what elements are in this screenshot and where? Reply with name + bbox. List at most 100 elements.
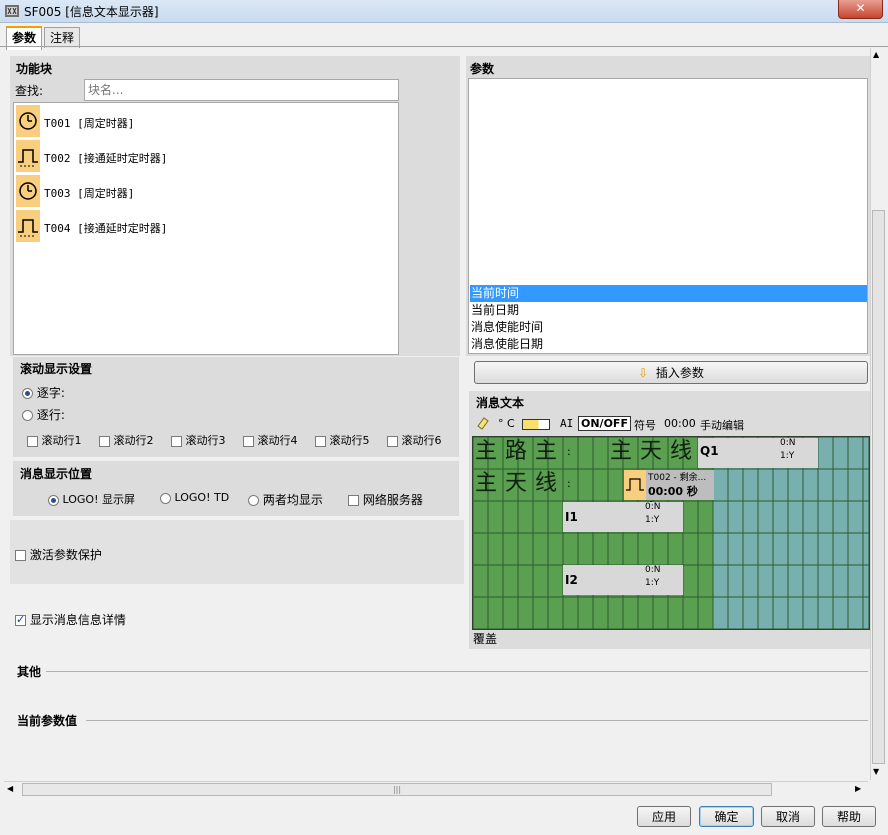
grid-char: 主	[535, 439, 558, 464]
scroll-by-line-option[interactable]: 逐行:	[22, 406, 65, 423]
radio-icon[interactable]	[22, 388, 33, 399]
on-delay-icon	[16, 210, 40, 242]
block-search-input[interactable]	[84, 79, 399, 101]
list-item[interactable]: 当前日期	[470, 302, 867, 319]
blocks-label: 功能块	[16, 62, 53, 76]
on-delay-icon	[16, 140, 40, 172]
section-divider	[86, 720, 868, 721]
scroll-settings-title: 滚动显示设置	[20, 362, 93, 376]
degree-button[interactable]: ° C	[498, 417, 515, 430]
checkbox-icon[interactable]	[348, 495, 359, 506]
checkbox-icon[interactable]	[15, 550, 26, 561]
time-button[interactable]: 00:00	[664, 417, 696, 430]
list-item[interactable]: T001 [周定时器]	[16, 105, 396, 139]
horizontal-scrollbar[interactable]: ◀ ||| ▶	[4, 781, 868, 798]
scroll-right-icon[interactable]: ▶	[855, 784, 861, 793]
list-item[interactable]: 消息使能日期	[470, 336, 867, 353]
grid-char: 路	[505, 439, 528, 464]
checkbox-label: 显示消息信息详情	[29, 613, 126, 627]
scroll-line-5[interactable]: 滚动行5	[315, 432, 370, 448]
checkbox-icon[interactable]	[27, 435, 38, 447]
q1-block[interactable]: Q1 0:N 1:Y	[698, 438, 818, 468]
radio-icon[interactable]	[48, 494, 59, 506]
t002-label: T002 - 剩余...	[648, 473, 707, 483]
tab-bar: 参数 注释	[0, 23, 888, 50]
checkbox-icon[interactable]	[387, 435, 398, 447]
i2-state: 1:Y	[645, 578, 660, 588]
radio-icon[interactable]	[160, 492, 171, 504]
grid-char: 主	[610, 439, 633, 464]
grid-char: 主	[475, 439, 498, 464]
pos-logo-td[interactable]: LOGO! TD	[160, 491, 229, 504]
pos-logo-display[interactable]: LOGO! 显示屏	[48, 491, 135, 507]
scroll-left-icon[interactable]: ◀	[7, 784, 13, 793]
block-label: T002 [接通延时定时器]	[44, 152, 168, 165]
show-details-checkbox[interactable]: 显示消息信息详情	[15, 611, 126, 628]
list-item[interactable]: 当前时间	[470, 285, 867, 302]
pos-web-server[interactable]: 网络服务器	[348, 491, 423, 508]
scroll-line-1[interactable]: 滚动行1	[27, 432, 82, 448]
list-item[interactable]: T004 [接通延时定时器]	[16, 210, 396, 244]
scroll-line-2[interactable]: 滚动行2	[99, 432, 154, 448]
grid-char: 线	[535, 471, 558, 496]
hscroll-thumb[interactable]: |||	[22, 783, 772, 796]
scroll-line-6[interactable]: 滚动行6	[387, 432, 442, 448]
scroll-down-icon[interactable]: ▼	[873, 767, 879, 776]
checkbox-label: 滚动行3	[185, 434, 226, 447]
i1-state: 1:Y	[645, 515, 660, 525]
apply-button[interactable]: 应用	[637, 806, 691, 827]
checkbox-icon[interactable]	[171, 435, 182, 447]
ai-button[interactable]: AI	[560, 417, 573, 430]
scroll-line-3[interactable]: 滚动行3	[171, 432, 226, 448]
checkbox-label: 滚动行5	[329, 434, 370, 447]
arrow-down-icon: ⇩	[638, 366, 649, 380]
checkbox-label: 滚动行1	[41, 434, 82, 447]
pos-both[interactable]: 两者均显示	[248, 491, 323, 508]
radio-icon[interactable]	[22, 410, 33, 421]
q1-state: 1:Y	[780, 451, 795, 461]
scroll-up-icon[interactable]: ▲	[873, 50, 879, 59]
other-section-label: 其他	[17, 665, 42, 679]
tab-divider	[0, 46, 888, 47]
tab-comment[interactable]: 注释	[44, 27, 81, 48]
i1-state: 0:N	[645, 502, 661, 512]
help-button[interactable]: 帮助	[822, 806, 876, 827]
clock-icon	[16, 105, 40, 137]
t002-block[interactable]: T002 - 剩余... 00:00 秒 (...	[624, 470, 714, 512]
search-label: 查找:	[15, 84, 44, 98]
scroll-thumb[interactable]	[872, 210, 885, 764]
message-grid[interactable]: 主 路 主 : 主 天 线 Q1 0:N 1:Y 主 天 线 : T002 - …	[472, 436, 870, 630]
cancel-button[interactable]: 取消	[761, 806, 815, 827]
list-item[interactable]: T002 [接通延时定时器]	[16, 140, 396, 174]
option-label: LOGO! 显示屏	[62, 493, 135, 506]
close-button[interactable]: ✕	[838, 0, 883, 19]
insert-param-button[interactable]: ⇩ 插入参数	[474, 361, 868, 384]
q1-state: 0:N	[780, 438, 796, 448]
radio-icon[interactable]	[248, 495, 259, 506]
checkbox-icon[interactable]	[15, 613, 26, 626]
list-item[interactable]: T003 [周定时器]	[16, 175, 396, 209]
scroll-line-4[interactable]: 滚动行4	[243, 432, 298, 448]
on-delay-icon	[624, 470, 646, 500]
grid-colon: :	[567, 445, 571, 458]
param-protection-checkbox[interactable]: 激活参数保护	[15, 546, 102, 563]
vertical-scrollbar[interactable]: ▲ ▼	[870, 48, 887, 780]
block-label: T003 [周定时器]	[44, 187, 135, 200]
scroll-by-char-option[interactable]: 逐字:	[22, 384, 65, 401]
bar-icon[interactable]	[522, 419, 550, 430]
ok-button[interactable]: 确定	[699, 806, 754, 827]
symbol-button[interactable]: 符号	[634, 417, 656, 433]
eraser-icon[interactable]	[476, 416, 490, 430]
i2-label: I2	[565, 573, 578, 587]
title-bar: SF005 [信息文本显示器] ✕	[0, 0, 888, 23]
i1-block[interactable]: I1 0:N 1:Y	[563, 502, 683, 532]
list-item[interactable]: 消息使能时间	[470, 319, 867, 336]
message-text-label: 消息文本	[476, 396, 525, 410]
onoff-button[interactable]: ON/OFF	[578, 416, 631, 431]
i2-block[interactable]: I2 0:N 1:Y	[563, 565, 683, 595]
checkbox-icon[interactable]	[99, 435, 110, 447]
button-label: 插入参数	[655, 366, 704, 380]
checkbox-icon[interactable]	[243, 435, 254, 447]
checkbox-icon[interactable]	[315, 435, 326, 447]
manual-edit-button[interactable]: 手动编辑	[700, 417, 744, 433]
